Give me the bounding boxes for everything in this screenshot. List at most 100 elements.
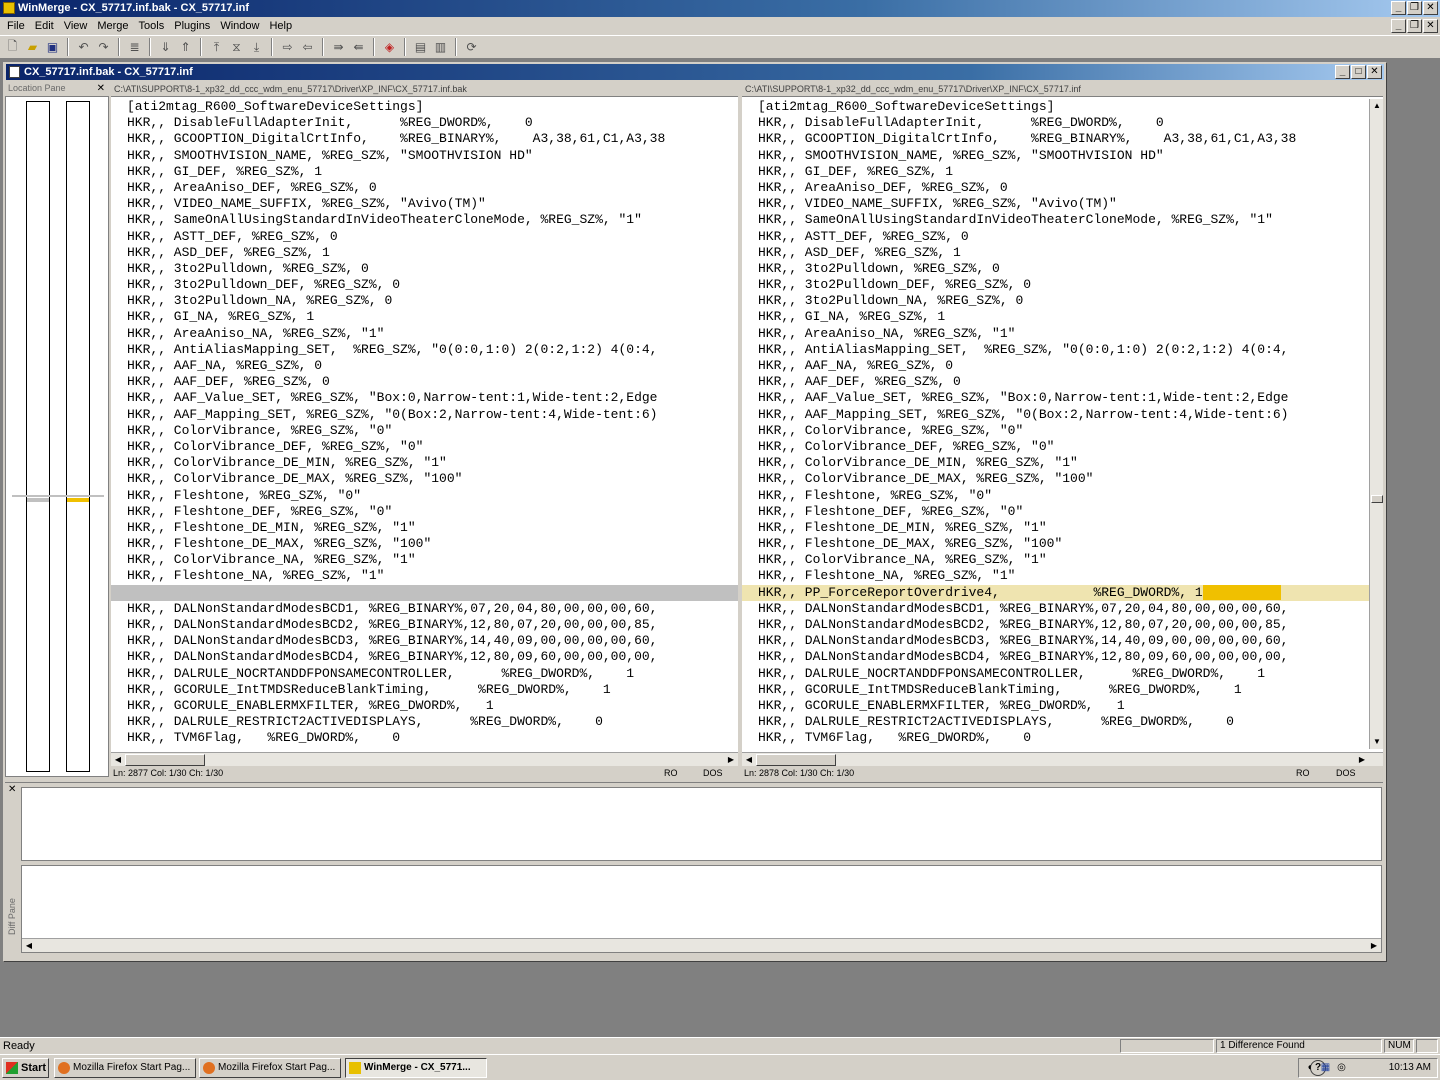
code-line[interactable]: HKR,, DALNonStandardModesBCD1, %REG_BINA…	[111, 601, 738, 617]
tray-app-icon[interactable]: ◎	[1335, 1062, 1348, 1074]
right-vertical-scrollbar[interactable]: ▲ ▼	[1369, 99, 1383, 749]
code-line[interactable]: HKR,, ColorVibrance_DE_MAX, %REG_SZ%, "1…	[111, 471, 738, 487]
code-line[interactable]: HKR,, TVM6Flag, %REG_DWORD%, 0	[111, 730, 738, 746]
scroll-right-arrow-icon[interactable]: ▶	[1367, 939, 1381, 953]
code-line[interactable]: HKR,, AAF_NA, %REG_SZ%, 0	[742, 358, 1369, 374]
minimize-button[interactable]: _	[1391, 1, 1406, 15]
code-line[interactable]: HKR,, DisableFullAdapterInit, %REG_DWORD…	[742, 115, 1369, 131]
close-icon[interactable]: ✕	[8, 784, 16, 795]
next-diff-icon[interactable]: ⇓	[157, 39, 174, 56]
code-line[interactable]: HKR,, GCOOPTION_DigitalCrtInfo, %REG_BIN…	[742, 131, 1369, 147]
code-line[interactable]: HKR,, ASD_DEF, %REG_SZ%, 1	[111, 245, 738, 261]
doc-maximize-button[interactable]: □	[1351, 65, 1366, 79]
menu-file[interactable]: File	[2, 17, 30, 35]
code-line[interactable]: HKR,, ASD_DEF, %REG_SZ%, 1	[742, 245, 1369, 261]
code-line[interactable]: HKR,, ColorVibrance_DEF, %REG_SZ%, "0"	[111, 439, 738, 455]
code-line[interactable]: HKR,, Fleshtone_DEF, %REG_SZ%, "0"	[111, 504, 738, 520]
code-line[interactable]: HKR,, AntiAliasMapping_SET, %REG_SZ%, "0…	[111, 342, 738, 358]
taskbar-item-firefox-1[interactable]: Mozilla Firefox Start Pag...	[54, 1058, 196, 1078]
code-line[interactable]: HKR,, 3to2Pulldown_DEF, %REG_SZ%, 0	[742, 277, 1369, 293]
rescan-icon[interactable]: ⟳	[463, 39, 480, 56]
code-line[interactable]: HKR,, DALNonStandardModesBCD3, %REG_BINA…	[742, 633, 1369, 649]
code-line[interactable]: HKR,, AAF_DEF, %REG_SZ%, 0	[742, 374, 1369, 390]
code-line[interactable]: [ati2mtag_R600_SoftwareDeviceSettings]	[111, 99, 738, 115]
code-line[interactable]: HKR,, DALNonStandardModesBCD2, %REG_BINA…	[742, 617, 1369, 633]
code-line[interactable]: HKR,, GI_NA, %REG_SZ%, 1	[742, 309, 1369, 325]
winmerge-app-icon[interactable]	[3, 2, 15, 14]
code-line[interactable]: HKR,, ColorVibrance, %REG_SZ%, "0"	[111, 423, 738, 439]
scroll-right-arrow-icon[interactable]: ▶	[724, 753, 738, 767]
first-diff-icon[interactable]: ⤒	[208, 39, 225, 56]
menu-plugins[interactable]: Plugins	[169, 17, 215, 35]
scroll-up-arrow-icon[interactable]: ▲	[1370, 99, 1384, 113]
code-line[interactable]: HKR,, GCORULE_ENABLERMXFILTER, %REG_DWOR…	[111, 698, 738, 714]
view-differences-icon[interactable]: ▥	[432, 39, 449, 56]
document-title-bar[interactable]: CX_57717.inf.bak - CX_57717.inf _ □ ✕	[6, 64, 1384, 80]
code-line[interactable]: HKR,, DALNonStandardModesBCD1, %REG_BINA…	[742, 601, 1369, 617]
view-whitespace-icon[interactable]: ▤	[412, 39, 429, 56]
code-line[interactable]: HKR,, 3to2Pulldown_DEF, %REG_SZ%, 0	[111, 277, 738, 293]
code-line[interactable]: HKR,, ColorVibrance_DE_MAX, %REG_SZ%, "1…	[742, 471, 1369, 487]
code-line[interactable]: HKR,, ColorVibrance_NA, %REG_SZ%, "1"	[742, 552, 1369, 568]
left-file-content[interactable]: [ati2mtag_R600_SoftwareDeviceSettings] HK…	[111, 99, 738, 749]
code-line[interactable]: HKR,, GI_DEF, %REG_SZ%, 1	[111, 164, 738, 180]
location-pane-body[interactable]	[5, 96, 109, 777]
code-line[interactable]: HKR,, AreaAniso_NA, %REG_SZ%, "1"	[111, 326, 738, 342]
location-bar-left[interactable]	[26, 101, 50, 772]
taskbar-item-firefox-2[interactable]: Mozilla Firefox Start Pag...	[199, 1058, 341, 1078]
code-line[interactable]: HKR,, Fleshtone, %REG_SZ%, "0"	[742, 488, 1369, 504]
copy-left-icon[interactable]: ⇦	[299, 39, 316, 56]
code-line[interactable]: HKR,, AAF_DEF, %REG_SZ%, 0	[111, 374, 738, 390]
code-line[interactable]: HKR,, AAF_Mapping_SET, %REG_SZ%, "0(Box:…	[111, 407, 738, 423]
code-line[interactable]: HKR,, DALNonStandardModesBCD3, %REG_BINA…	[111, 633, 738, 649]
code-line[interactable]: HKR,, DisableFullAdapterInit, %REG_DWORD…	[111, 115, 738, 131]
code-line[interactable]: HKR,, DALRULE_NOCRTANDDFPONSAMECONTROLLE…	[742, 666, 1369, 682]
code-line[interactable]: HKR,, VIDEO_NAME_SUFFIX, %REG_SZ%, "Aviv…	[111, 196, 738, 212]
code-line[interactable]: HKR,, GCORULE_IntTMDSReduceBlankTiming, …	[111, 682, 738, 698]
left-file-pane[interactable]: C:\ATI\SUPPORT\8-1_xp32_dd_ccc_wdm_enu_5…	[111, 82, 738, 766]
code-line[interactable]: HKR,, Fleshtone_NA, %REG_SZ%, "1"	[742, 568, 1369, 584]
code-line[interactable]: HKR,, Fleshtone_NA, %REG_SZ%, "1"	[111, 568, 738, 584]
code-line[interactable]: HKR,, SameOnAllUsingStandardInVideoTheat…	[111, 212, 738, 228]
left-horizontal-scrollbar[interactable]: ◀ ▶	[111, 752, 738, 766]
code-line[interactable]: HKR,, 3to2Pulldown_NA, %REG_SZ%, 0	[111, 293, 738, 309]
code-line[interactable]: HKR,, Fleshtone_DE_MAX, %REG_SZ%, "100"	[742, 536, 1369, 552]
code-line[interactable]: HKR,, VIDEO_NAME_SUFFIX, %REG_SZ%, "Aviv…	[742, 196, 1369, 212]
save-icon[interactable]: ▣	[44, 39, 61, 56]
diff-pane-left-view[interactable]	[21, 787, 1382, 861]
code-line[interactable]: HKR,, AAF_Mapping_SET, %REG_SZ%, "0(Box:…	[742, 407, 1369, 423]
left-hscroll-thumb[interactable]	[125, 754, 205, 766]
taskbar-item-winmerge[interactable]: WinMerge - CX_5771...	[345, 1058, 487, 1078]
code-line[interactable]: HKR,, AreaAniso_NA, %REG_SZ%, "1"	[742, 326, 1369, 342]
network-icon[interactable]: ▦	[1319, 1062, 1332, 1074]
code-line[interactable]: HKR,, GI_DEF, %REG_SZ%, 1	[742, 164, 1369, 180]
mdi-close-button[interactable]: ✕	[1423, 19, 1438, 33]
code-line[interactable]: HKR,, ColorVibrance_NA, %REG_SZ%, "1"	[111, 552, 738, 568]
code-line[interactable]: HKR,, AAF_Value_SET, %REG_SZ%, "Box:0,Na…	[111, 390, 738, 406]
open-folder-icon[interactable]: ▰	[24, 39, 41, 56]
doc-minimize-button[interactable]: _	[1335, 65, 1350, 79]
code-line[interactable]: HKR,, 3to2Pulldown, %REG_SZ%, 0	[742, 261, 1369, 277]
code-line[interactable]: HKR,, GCOOPTION_DigitalCrtInfo, %REG_BIN…	[111, 131, 738, 147]
scroll-left-arrow-icon[interactable]: ◀	[22, 939, 36, 953]
code-line[interactable]: HKR,, Fleshtone_DE_MIN, %REG_SZ%, "1"	[111, 520, 738, 536]
last-diff-icon[interactable]: ⤓	[248, 39, 265, 56]
mdi-restore-button[interactable]: ❐	[1407, 19, 1422, 33]
scroll-down-arrow-icon[interactable]: ▼	[1370, 735, 1384, 749]
right-file-content[interactable]: [ati2mtag_R600_SoftwareDeviceSettings] HK…	[742, 99, 1369, 749]
code-line[interactable]: HKR,, DALNonStandardModesBCD2, %REG_BINA…	[111, 617, 738, 633]
window-title-bar[interactable]: WinMerge - CX_57717.inf.bak - CX_57717.i…	[0, 0, 1440, 17]
right-vscroll-thumb[interactable]	[1371, 495, 1383, 503]
code-line[interactable]: HKR,, Fleshtone_DEF, %REG_SZ%, "0"	[742, 504, 1369, 520]
code-line[interactable]: HKR,, DALNonStandardModesBCD4, %REG_BINA…	[742, 649, 1369, 665]
code-line[interactable]: HKR,, DALRULE_RESTRICT2ACTIVEDISPLAYS, %…	[742, 714, 1369, 730]
current-diff-icon[interactable]: ⧖	[228, 39, 245, 56]
code-line[interactable]: HKR,, GCORULE_ENABLERMXFILTER, %REG_DWOR…	[742, 698, 1369, 714]
code-line[interactable]: HKR,, AAF_NA, %REG_SZ%, 0	[111, 358, 738, 374]
code-line[interactable]: HKR,, ASTT_DEF, %REG_SZ%, 0	[111, 229, 738, 245]
code-line[interactable]: HKR,, SMOOTHVISION_NAME, %REG_SZ%, "SMOO…	[111, 148, 738, 164]
code-line[interactable]: HKR,, Fleshtone, %REG_SZ%, "0"	[111, 488, 738, 504]
code-line[interactable]: HKR,, 3to2Pulldown, %REG_SZ%, 0	[111, 261, 738, 277]
menu-merge[interactable]: Merge	[92, 17, 133, 35]
code-line[interactable]: HKR,, DALRULE_RESTRICT2ACTIVEDISPLAYS, %…	[111, 714, 738, 730]
